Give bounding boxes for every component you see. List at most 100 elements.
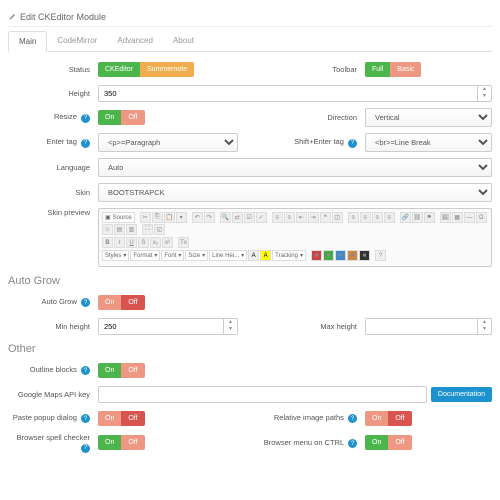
tb-icon[interactable]: 🔍 bbox=[220, 212, 231, 223]
tb-icon[interactable]: ✂ bbox=[140, 212, 151, 223]
tb-icon[interactable]: ⛶ bbox=[142, 224, 153, 235]
tb-icon[interactable]: ▤ bbox=[114, 224, 125, 235]
editor-preview: ▣ Source ✂⎘📋▾ ↶↷ 🔍⇄☑✓ ≡≡⇤⇥❝◫ ≡≡≡≡ 🔗⛓⚑ 🖼▦… bbox=[98, 208, 492, 267]
size-select[interactable]: Size ▾ bbox=[185, 250, 208, 261]
tb-icon[interactable]: ■ bbox=[359, 250, 370, 261]
tab-codemirror[interactable]: CodeMirror bbox=[47, 31, 107, 51]
language-label: Language bbox=[8, 163, 98, 172]
maxheight-input[interactable]: ▲▼ bbox=[365, 318, 492, 335]
tab-about[interactable]: About bbox=[163, 31, 204, 51]
autogrow-toggle[interactable]: On Off bbox=[98, 295, 145, 310]
tb-icon[interactable]: ■ bbox=[323, 250, 334, 261]
tb-icon[interactable]: ↶ bbox=[192, 212, 203, 223]
toolbar-full[interactable]: Full bbox=[365, 62, 390, 77]
help-icon[interactable]: ? bbox=[348, 139, 357, 148]
tb-icon[interactable]: ▦ bbox=[452, 212, 463, 223]
tb-icon[interactable]: ☺ bbox=[102, 224, 113, 235]
tb-icon[interactable]: ⇄ bbox=[232, 212, 243, 223]
tb-underline-icon[interactable]: U bbox=[126, 237, 137, 248]
tb-icon[interactable]: ▾ bbox=[176, 212, 187, 223]
tb-sub-icon[interactable]: x₂ bbox=[150, 237, 161, 248]
help-icon[interactable]: ? bbox=[81, 298, 90, 307]
tb-icon[interactable]: Ω bbox=[476, 212, 487, 223]
maxheight-label: Max height bbox=[250, 322, 365, 331]
section-autogrow: Auto Grow bbox=[8, 275, 492, 287]
minheight-input[interactable]: ▲▼ bbox=[98, 318, 238, 335]
help-icon[interactable]: ? bbox=[81, 366, 90, 375]
status-toggle[interactable]: CKEditor Summernote bbox=[98, 62, 194, 77]
tb-icon[interactable]: 🔗 bbox=[400, 212, 411, 223]
paste-toggle[interactable]: On Off bbox=[98, 411, 145, 426]
tb-icon[interactable]: ≡ bbox=[360, 212, 371, 223]
tb-icon[interactable]: ✓ bbox=[256, 212, 267, 223]
tb-icon[interactable]: ≡ bbox=[284, 212, 295, 223]
page-header: Edit CKEditor Module bbox=[8, 8, 492, 27]
tb-sup-icon[interactable]: x² bbox=[162, 237, 173, 248]
tb-icon[interactable]: ■ bbox=[335, 250, 346, 261]
tb-icon[interactable]: ❝ bbox=[320, 212, 331, 223]
resize-toggle[interactable]: On Off bbox=[98, 110, 145, 125]
help-icon[interactable]: ? bbox=[81, 414, 90, 423]
tb-icon[interactable]: ≡ bbox=[348, 212, 359, 223]
tb-icon[interactable]: ⇥ bbox=[308, 212, 319, 223]
help-icon[interactable]: ? bbox=[348, 439, 357, 448]
format-select[interactable]: Format ▾ bbox=[130, 250, 160, 261]
tb-bgcolor-icon[interactable]: A bbox=[260, 250, 271, 261]
ctrlmenu-toggle[interactable]: On Off bbox=[365, 435, 412, 450]
tb-icon[interactable]: ⇤ bbox=[296, 212, 307, 223]
height-input[interactable]: ▲▼ bbox=[98, 85, 492, 102]
tracking-select[interactable]: Tracking ▾ bbox=[272, 250, 306, 261]
tb-icon[interactable]: ■ bbox=[347, 250, 358, 261]
source-button[interactable]: ▣ Source bbox=[102, 212, 135, 223]
tb-icon[interactable]: ◱ bbox=[154, 224, 165, 235]
tb-icon[interactable]: ⎘ bbox=[152, 212, 163, 223]
help-icon[interactable]: ? bbox=[348, 414, 357, 423]
status-summernote[interactable]: Summernote bbox=[140, 62, 194, 77]
documentation-button[interactable]: Documentation bbox=[431, 387, 492, 402]
relimg-toggle[interactable]: On Off bbox=[365, 411, 412, 426]
tb-icon[interactable]: ◫ bbox=[332, 212, 343, 223]
tb-icon[interactable]: ☑ bbox=[244, 212, 255, 223]
toolbar-label: Toolbar bbox=[250, 65, 365, 74]
tb-icon[interactable]: ■ bbox=[311, 250, 322, 261]
direction-select[interactable]: Vertical bbox=[365, 108, 492, 127]
skin-select[interactable]: BOOTSTRAPCK bbox=[98, 183, 492, 202]
spell-toggle[interactable]: On Off bbox=[98, 435, 145, 450]
entertag-select[interactable]: <p>=Paragraph bbox=[98, 133, 238, 152]
tb-strike-icon[interactable]: S bbox=[138, 237, 149, 248]
tb-icon[interactable]: 🖼 bbox=[440, 212, 451, 223]
outline-toggle[interactable]: On Off bbox=[98, 363, 145, 378]
tb-icon[interactable]: ▥ bbox=[126, 224, 137, 235]
font-select[interactable]: Font ▾ bbox=[161, 250, 184, 261]
toolbar-toggle[interactable]: Full Basic bbox=[365, 62, 421, 77]
tb-icon[interactable]: ↷ bbox=[204, 212, 215, 223]
tb-textcolor-icon[interactable]: A bbox=[248, 250, 259, 261]
tab-main[interactable]: Main bbox=[8, 31, 47, 52]
tb-italic-icon[interactable]: I bbox=[114, 237, 125, 248]
tab-advanced[interactable]: Advanced bbox=[107, 31, 163, 51]
tb-icon[interactable]: ≡ bbox=[372, 212, 383, 223]
skinpreview-label: Skin preview bbox=[8, 208, 98, 217]
pencil-icon bbox=[8, 13, 16, 21]
tb-icon[interactable]: 📋 bbox=[164, 212, 175, 223]
tb-icon[interactable]: Tx bbox=[178, 237, 189, 248]
styles-select[interactable]: Styles ▾ bbox=[102, 250, 129, 261]
gmaps-input[interactable] bbox=[98, 386, 427, 403]
toolbar-basic[interactable]: Basic bbox=[390, 62, 421, 77]
lineheight-select[interactable]: Line Hei... ▾ bbox=[209, 250, 247, 261]
language-select[interactable]: Auto bbox=[98, 158, 492, 177]
help-icon[interactable]: ? bbox=[81, 444, 90, 453]
help-icon[interactable]: ? bbox=[81, 139, 90, 148]
tb-icon[interactable]: ≡ bbox=[272, 212, 283, 223]
status-ckeditor[interactable]: CKEditor bbox=[98, 62, 140, 77]
shiftenter-select[interactable]: <br>=Line Break bbox=[365, 133, 492, 152]
tb-icon[interactable]: ― bbox=[464, 212, 475, 223]
tb-bold-icon[interactable]: B bbox=[102, 237, 113, 248]
chevron-down-icon: ▼ bbox=[478, 93, 491, 101]
tb-icon[interactable]: ⛓ bbox=[412, 212, 423, 223]
tb-icon[interactable]: ? bbox=[375, 250, 386, 261]
chevron-up-icon: ▲ bbox=[478, 86, 491, 94]
tb-icon[interactable]: ≡ bbox=[384, 212, 395, 223]
help-icon[interactable]: ? bbox=[81, 114, 90, 123]
tb-icon[interactable]: ⚑ bbox=[424, 212, 435, 223]
